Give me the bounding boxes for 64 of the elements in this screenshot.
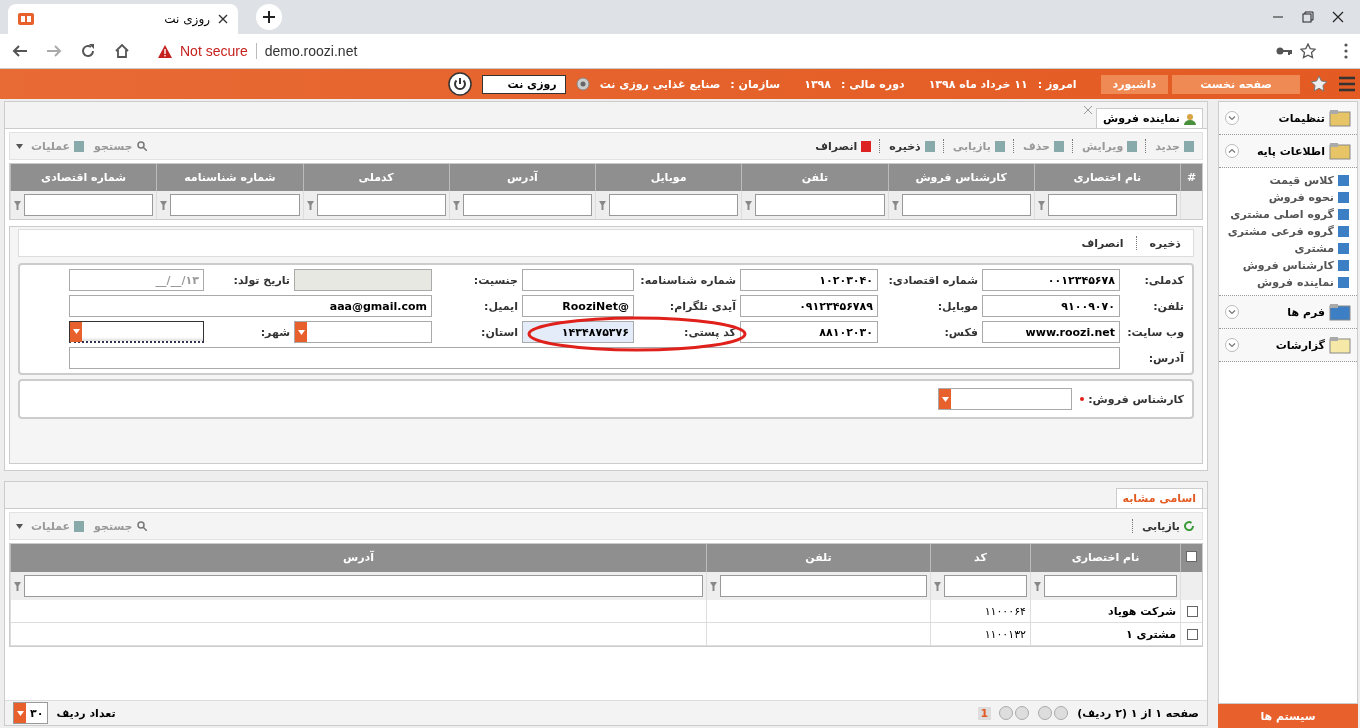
field-label: شهر: — [259, 325, 290, 339]
similar-names-tab[interactable]: اسامی مشابه — [1115, 488, 1203, 508]
field-label: تلفن: — [1152, 299, 1184, 313]
date-field[interactable]: __/__/۱۳ — [69, 269, 204, 291]
field-label: موبایل: — [936, 299, 978, 313]
sidebar-item[interactable]: نحوه فروش — [1219, 189, 1357, 206]
field-label: ایمیل: — [483, 299, 518, 313]
page-tab[interactable]: نماینده فروش — [1096, 108, 1203, 128]
field-label: آدرس: — [1147, 351, 1184, 365]
field-label: استان: — [480, 325, 518, 339]
info-value: صنایع غذایی روزی نت — [599, 77, 721, 91]
security-label: Not secure — [180, 43, 248, 59]
toolbar-button[interactable]: ذخیره — [887, 139, 937, 153]
sidebar-group[interactable]: گزارشات — [1219, 329, 1357, 362]
sidebar-item[interactable]: کارشناس فروش — [1219, 257, 1357, 274]
toolbar-button[interactable]: انصراف — [813, 139, 874, 153]
form-button[interactable]: ذخیره — [1143, 235, 1187, 251]
input-field[interactable]: ۰۰۱۲۳۴۵۶۷۸ — [982, 269, 1120, 291]
page-size-label: تعداد ردیف — [56, 706, 116, 720]
table-cell: ۱۱۰۰۱۳۲ — [930, 623, 1030, 646]
table-cell: ۱۱۰۰۰۶۴ — [930, 600, 1030, 623]
field-label: شماره شناسنامه: — [639, 273, 736, 287]
refresh-button[interactable]: بازیابی — [1139, 519, 1196, 533]
field-label: کدملی: — [1143, 273, 1184, 287]
page-size-select[interactable]: ۳۰ — [13, 702, 49, 724]
form-button[interactable]: انصراف — [1075, 235, 1130, 251]
input-field[interactable]: ۱۰۲۰۳۰۴۰ — [740, 269, 878, 291]
info-value: ۱۱ خرداد ماه ۱۳۹۸ — [928, 77, 1028, 91]
input-field[interactable]: RooziNet@ — [522, 295, 634, 317]
input-field[interactable]: ۰۹۱۲۳۴۵۶۷۸۹ — [740, 295, 878, 317]
input-field[interactable]: ۸۸۱۰۲۰۳۰ — [740, 321, 878, 343]
field-label: کارشناس فروش: — [1088, 392, 1184, 406]
sidebar-group[interactable]: فرم ها — [1219, 296, 1357, 329]
table-cell: شرکت هویاد — [1030, 600, 1180, 623]
url-text[interactable]: demo.roozi.net — [264, 43, 358, 59]
sidebar-item[interactable]: کلاس قیمت — [1219, 172, 1357, 189]
input-field[interactable]: ۹۱۰۰۹۰۷۰ — [982, 295, 1120, 317]
field-label: تاریخ تولد: — [232, 273, 290, 287]
pager-summary: صفحه ۱ از ۱ (۲ ردیف) — [1077, 706, 1199, 720]
sidebar-group[interactable]: اطلاعات پایه — [1219, 135, 1357, 168]
tab-label: نماینده فروش — [1103, 112, 1180, 125]
field-label: شماره اقتصادی: — [887, 273, 978, 287]
field-label: فکس: — [943, 325, 978, 339]
sidebar-item[interactable]: نماینده فروش — [1219, 274, 1357, 291]
table-cell: مشتری ۱ — [1030, 623, 1180, 646]
field-label: آیدی تلگرام: — [668, 299, 736, 313]
field-label: جنسیت: — [472, 273, 518, 287]
browser-tab[interactable]: روزی نت — [8, 4, 238, 34]
sidebar-item[interactable]: گروه اصلی مشتری — [1219, 206, 1357, 223]
info-label: امروز : — [1037, 77, 1077, 91]
column-header: # — [1180, 164, 1202, 191]
info-label: سازمان : — [730, 77, 781, 91]
tab-title: روزی نت — [163, 12, 210, 26]
sidebar-item[interactable]: مشتری — [1219, 240, 1357, 257]
field-label: کد پستی: — [683, 325, 736, 339]
organization-field[interactable]: روزی نت — [481, 74, 566, 94]
info-value: ۱۳۹۸ — [804, 77, 832, 91]
input-field[interactable]: aaa@gmail.com — [69, 295, 432, 317]
input-field[interactable]: ۱۴۳۴۸۷۵۳۷۶ — [522, 321, 634, 343]
field-label: وب سایت: — [1126, 325, 1184, 339]
info-label: دوره مالی : — [841, 77, 905, 91]
sidebar-item[interactable]: گروه فرعی مشتری — [1219, 223, 1357, 240]
input-field[interactable]: www.roozi.net — [982, 321, 1120, 343]
sidebar-group[interactable]: تنظیمات — [1219, 102, 1357, 135]
